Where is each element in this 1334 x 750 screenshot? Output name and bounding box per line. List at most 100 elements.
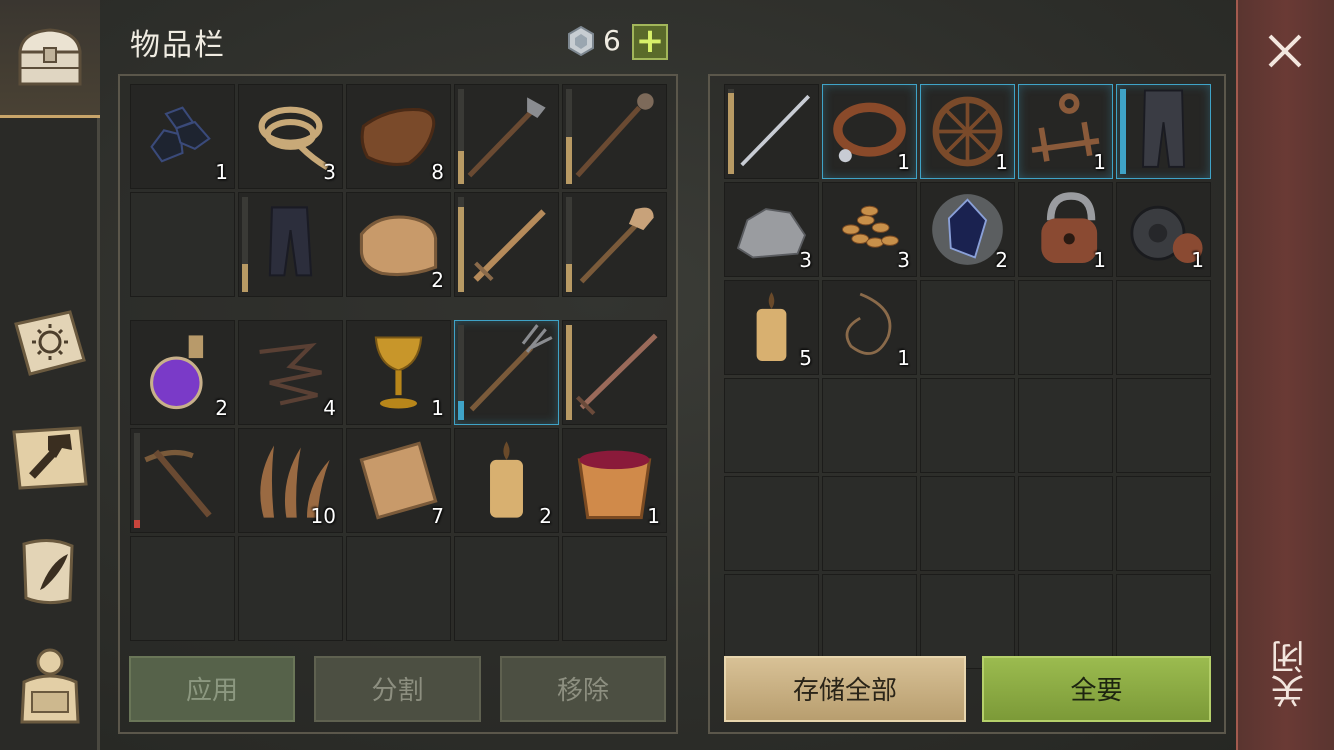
gem-count: 6 bbox=[603, 24, 621, 57]
storage-slot-collar[interactable]: 1 bbox=[822, 84, 917, 179]
rail-divider bbox=[97, 118, 100, 750]
inventory-slot-sword[interactable] bbox=[454, 192, 559, 297]
storage-slot-empty[interactable] bbox=[822, 476, 917, 571]
inventory-slot-rope[interactable]: 3 bbox=[238, 84, 343, 189]
storage-slot-empty[interactable] bbox=[724, 378, 819, 473]
pitchfork-icon bbox=[469, 324, 553, 412]
item-count: 5 bbox=[799, 346, 812, 370]
item-count: 8 bbox=[431, 160, 444, 184]
inventory-slot-empty[interactable] bbox=[130, 192, 235, 297]
inventory-slot-cloth[interactable]: 2 bbox=[346, 192, 451, 297]
inventory-slot-longsword[interactable] bbox=[562, 320, 667, 425]
durability-fill bbox=[566, 263, 572, 292]
storage-slot-wheel[interactable]: 1 bbox=[920, 84, 1015, 179]
storage-slot-whip[interactable]: 1 bbox=[822, 280, 917, 375]
item-count: 2 bbox=[995, 248, 1008, 272]
pants-icon bbox=[268, 206, 313, 277]
inventory-slot-coal[interactable]: 1 bbox=[130, 84, 235, 189]
chest-icon[interactable] bbox=[10, 18, 90, 98]
store-all-button[interactable]: 存储全部 bbox=[724, 656, 966, 722]
storage-slot-stone[interactable]: 3 bbox=[724, 182, 819, 277]
item-count: 1 bbox=[995, 150, 1008, 174]
inventory-slot-fibers[interactable]: 10 bbox=[238, 428, 343, 533]
durability-fill bbox=[242, 263, 248, 292]
item-count: 1 bbox=[897, 346, 910, 370]
longsword-icon bbox=[575, 333, 658, 416]
sun-book-icon[interactable] bbox=[10, 304, 90, 384]
storage-slot-empty[interactable] bbox=[1018, 280, 1113, 375]
backpack-icon[interactable] bbox=[10, 644, 90, 724]
durability-bar bbox=[458, 89, 464, 184]
durability-fill bbox=[458, 206, 464, 292]
remove-button[interactable]: 移除 bbox=[500, 656, 666, 722]
inventory-slot-candle[interactable]: 2 bbox=[454, 428, 559, 533]
item-count: 1 bbox=[1093, 150, 1106, 174]
durability-bar bbox=[566, 325, 572, 420]
inventory-slot-pants[interactable] bbox=[238, 192, 343, 297]
item-count: 3 bbox=[897, 248, 910, 272]
durability-bar bbox=[566, 89, 572, 184]
storage-slot-empty[interactable] bbox=[1116, 574, 1211, 669]
storage-slot-device[interactable]: 1 bbox=[1018, 84, 1113, 179]
gem-icon bbox=[568, 26, 594, 56]
hammer-map-icon[interactable] bbox=[10, 418, 90, 498]
storage-slot-empty[interactable] bbox=[822, 378, 917, 473]
storage-slot-empty[interactable] bbox=[1018, 574, 1113, 669]
sword-icon bbox=[473, 209, 546, 282]
storage-slot-empty[interactable] bbox=[1116, 476, 1211, 571]
item-count: 10 bbox=[310, 504, 336, 528]
halberd-icon bbox=[467, 97, 546, 178]
storage-slot-gears[interactable]: 1 bbox=[1116, 182, 1211, 277]
item-count: 3 bbox=[323, 160, 336, 184]
inventory-slot-shovel[interactable] bbox=[562, 192, 667, 297]
storage-slot-empty[interactable] bbox=[724, 476, 819, 571]
inventory-slot-wire[interactable]: 4 bbox=[238, 320, 343, 425]
storage-slot-empty[interactable] bbox=[920, 280, 1015, 375]
split-button[interactable]: 分割 bbox=[314, 656, 481, 722]
page-title: 物品栏 bbox=[130, 28, 226, 63]
storage-slot-empty[interactable] bbox=[724, 574, 819, 669]
mace-icon bbox=[575, 93, 654, 178]
storage-slot-empty[interactable] bbox=[920, 378, 1015, 473]
storage-slot-crystal[interactable]: 2 bbox=[920, 182, 1015, 277]
item-count: 3 bbox=[799, 248, 812, 272]
inventory-slot-bucket[interactable]: 1 bbox=[562, 428, 667, 533]
storage-slot-empty[interactable] bbox=[1116, 378, 1211, 473]
inventory-slot-goblet[interactable]: 1 bbox=[346, 320, 451, 425]
item-count: 2 bbox=[215, 396, 228, 420]
storage-slot-candle[interactable]: 5 bbox=[724, 280, 819, 375]
storage-slot-empty[interactable] bbox=[920, 574, 1015, 669]
close-icon[interactable] bbox=[1262, 28, 1308, 74]
inventory-slot-halberd[interactable] bbox=[454, 84, 559, 189]
inventory-slot-mace[interactable] bbox=[562, 84, 667, 189]
storage-slot-empty[interactable] bbox=[1018, 378, 1113, 473]
inventory-slot-empty[interactable] bbox=[562, 536, 667, 641]
item-count: 7 bbox=[431, 504, 444, 528]
apply-button[interactable]: 应用 bbox=[129, 656, 295, 722]
inventory-slot-pitchfork[interactable] bbox=[454, 320, 559, 425]
storage-slot-empty[interactable] bbox=[1116, 280, 1211, 375]
add-currency-button[interactable]: + bbox=[632, 24, 668, 60]
inventory-slot-leather[interactable]: 8 bbox=[346, 84, 451, 189]
inventory-slot-empty[interactable] bbox=[238, 536, 343, 641]
storage-slot-seeds[interactable]: 3 bbox=[822, 182, 917, 277]
inventory-slot-potion[interactable]: 2 bbox=[130, 320, 235, 425]
storage-slot-empty[interactable] bbox=[1018, 476, 1113, 571]
scroll-quill-icon[interactable] bbox=[10, 532, 90, 612]
inventory-slot-crossbow[interactable] bbox=[130, 428, 235, 533]
close-label[interactable]: 关闭 bbox=[1266, 640, 1311, 708]
storage-slot-empty[interactable] bbox=[920, 476, 1015, 571]
inventory-slot-cloth2[interactable]: 7 bbox=[346, 428, 451, 533]
storage-slot-chainpants[interactable] bbox=[1116, 84, 1211, 179]
take-all-button[interactable]: 全要 bbox=[982, 656, 1211, 722]
storage-slot-empty[interactable] bbox=[822, 574, 917, 669]
storage-grid: 1 1 1 3 3 2 1 1 5 1 bbox=[724, 84, 1212, 669]
storage-slot-longsword2[interactable] bbox=[724, 84, 819, 179]
inventory-slot-empty[interactable] bbox=[454, 536, 559, 641]
durability-bar bbox=[134, 433, 140, 528]
inventory-slot-empty[interactable] bbox=[346, 536, 451, 641]
shovel-icon bbox=[579, 207, 654, 284]
inventory-slot-empty[interactable] bbox=[130, 536, 235, 641]
close-bar[interactable] bbox=[1236, 0, 1334, 750]
storage-slot-lock[interactable]: 1 bbox=[1018, 182, 1113, 277]
